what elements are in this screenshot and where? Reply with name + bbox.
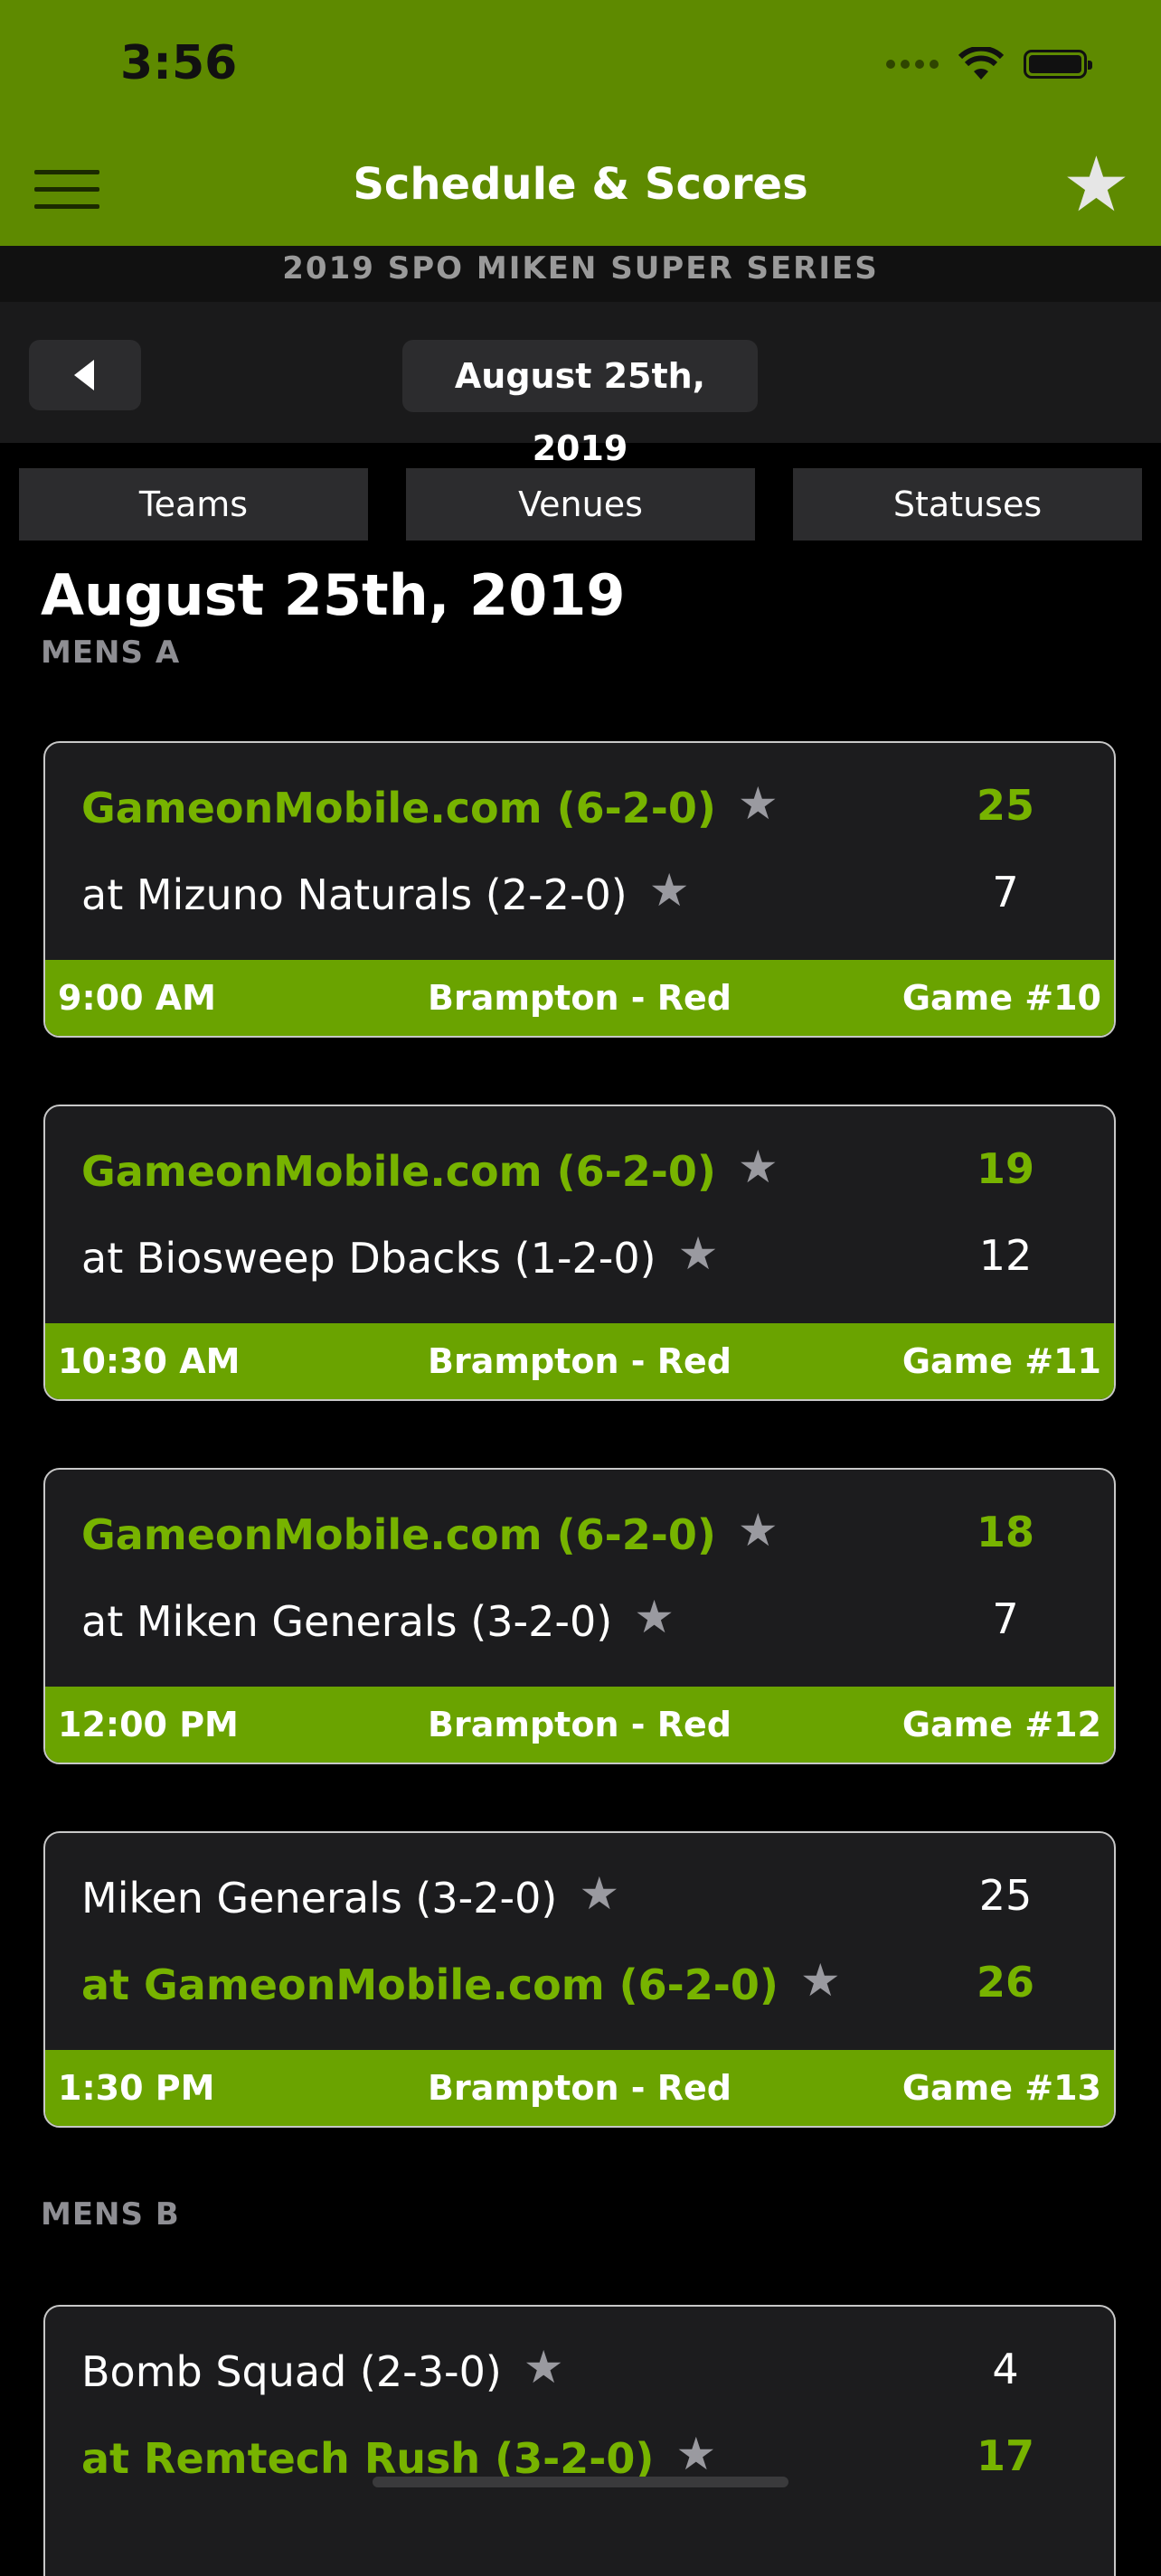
star-icon[interactable]: ★ <box>800 1954 841 2007</box>
section-date-heading: August 25th, 2019 <box>41 562 626 628</box>
star-icon[interactable]: ★ <box>738 777 779 830</box>
team-row-home: at Biosweep Dbacks (1-2-0) ★ 12 <box>81 1227 1078 1285</box>
team-score: 12 <box>978 1231 1033 1280</box>
game-number: Game #13 <box>901 2068 1101 2108</box>
star-icon[interactable]: ★ <box>524 2341 564 2393</box>
team-score: 25 <box>976 781 1034 830</box>
wifi-icon <box>958 47 1004 80</box>
game-number: Game #11 <box>901 1341 1101 1381</box>
team-name: at Miken Generals (3-2-0) <box>81 1597 613 1646</box>
team-name: at Remtech Rush (3-2-0) <box>81 2434 655 2483</box>
star-icon[interactable]: ★ <box>634 1591 675 1643</box>
game-number: Game #12 <box>901 1705 1101 1744</box>
team-name: at Biosweep Dbacks (1-2-0) <box>81 1234 656 1283</box>
home-indicator[interactable] <box>373 2477 788 2487</box>
team-score: 4 <box>992 2345 1019 2393</box>
status-icons <box>886 47 1092 81</box>
team-name: at Mizuno Naturals (2-2-0) <box>81 870 628 919</box>
cellular-signal-icon <box>886 60 939 69</box>
venues-filter-button[interactable]: Venues <box>406 468 755 541</box>
team-row-away: GameonMobile.com (6-2-0) ★ 25 <box>81 777 1078 835</box>
series-title: 2019 SPO MIKEN SUPER SERIES <box>0 246 1161 302</box>
status-time: 3:56 <box>120 36 238 90</box>
division-label: MENS A <box>41 635 181 671</box>
game-footer: 12:00 PM Brampton - Red Game #12 <box>45 1687 1114 1763</box>
game-card[interactable]: Bomb Squad (2-3-0) ★ 4 at Remtech Rush (3… <box>43 2305 1116 2576</box>
statuses-filter-button[interactable]: Statuses <box>793 468 1142 541</box>
division-label: MENS B <box>41 2196 180 2233</box>
team-score: 25 <box>978 1871 1033 1920</box>
date-picker-button[interactable]: August 25th, 2019 <box>402 340 758 468</box>
previous-date-button[interactable] <box>29 340 141 410</box>
status-bar: 3:56 <box>0 0 1161 136</box>
game-card[interactable]: GameonMobile.com (6-2-0) ★ 18 at Miken Ge… <box>43 1468 1116 1764</box>
page-title: Schedule & Scores <box>353 159 808 210</box>
team-row-away: Bomb Squad (2-3-0) ★ 4 <box>81 2341 1078 2399</box>
star-icon[interactable]: ★ <box>579 1867 619 1920</box>
filter-row: Teams Venues Statuses <box>0 468 1161 541</box>
date-selector: August 25th, 2019 <box>0 302 1161 468</box>
nav-bar: Schedule & Scores ★ <box>0 136 1161 246</box>
team-name: Miken Generals (3-2-0) <box>81 1874 558 1923</box>
team-score: 19 <box>976 1144 1034 1193</box>
star-icon[interactable]: ★ <box>649 864 690 917</box>
team-row-away: GameonMobile.com (6-2-0) ★ 18 <box>81 1504 1078 1562</box>
star-icon[interactable]: ★ <box>675 2428 716 2480</box>
game-number: Game #10 <box>901 978 1101 1018</box>
team-name: at GameonMobile.com (6-2-0) <box>81 1960 779 2009</box>
favorites-star-icon[interactable]: ★ <box>1062 146 1130 222</box>
team-name: GameonMobile.com (6-2-0) <box>81 784 716 832</box>
team-name: Bomb Squad (2-3-0) <box>81 2347 502 2396</box>
team-name: GameonMobile.com (6-2-0) <box>81 1510 716 1559</box>
battery-icon <box>1024 50 1092 79</box>
game-footer: 9:00 AM Brampton - Red Game #10 <box>45 960 1114 1036</box>
star-icon[interactable]: ★ <box>738 1141 779 1193</box>
team-score: 7 <box>992 868 1019 917</box>
team-row-away: GameonMobile.com (6-2-0) ★ 19 <box>81 1141 1078 1199</box>
team-row-away: Miken Generals (3-2-0) ★ 25 <box>81 1867 1078 1925</box>
star-icon[interactable]: ★ <box>678 1227 719 1280</box>
chevron-left-icon <box>74 360 94 390</box>
team-row-home: at GameonMobile.com (6-2-0) ★ 26 <box>81 1954 1078 2012</box>
team-score: 7 <box>992 1594 1019 1643</box>
game-card[interactable]: GameonMobile.com (6-2-0) ★ 25 at Mizuno N… <box>43 741 1116 1038</box>
team-row-home: at Mizuno Naturals (2-2-0) ★ 7 <box>81 864 1078 922</box>
team-row-home: at Miken Generals (3-2-0) ★ 7 <box>81 1591 1078 1649</box>
team-score: 26 <box>976 1958 1034 2007</box>
star-icon[interactable]: ★ <box>738 1504 779 1556</box>
game-card[interactable]: GameonMobile.com (6-2-0) ★ 19 at Biosweep… <box>43 1105 1116 1401</box>
teams-filter-button[interactable]: Teams <box>19 468 368 541</box>
game-footer: 1:30 PM Brampton - Red Game #13 <box>45 2050 1114 2126</box>
team-score: 18 <box>976 1508 1034 1556</box>
team-score: 17 <box>976 2431 1034 2480</box>
game-card[interactable]: Miken Generals (3-2-0) ★ 25 at GameonMobi… <box>43 1831 1116 2128</box>
team-name: GameonMobile.com (6-2-0) <box>81 1147 716 1196</box>
game-footer: 10:30 AM Brampton - Red Game #11 <box>45 1323 1114 1399</box>
